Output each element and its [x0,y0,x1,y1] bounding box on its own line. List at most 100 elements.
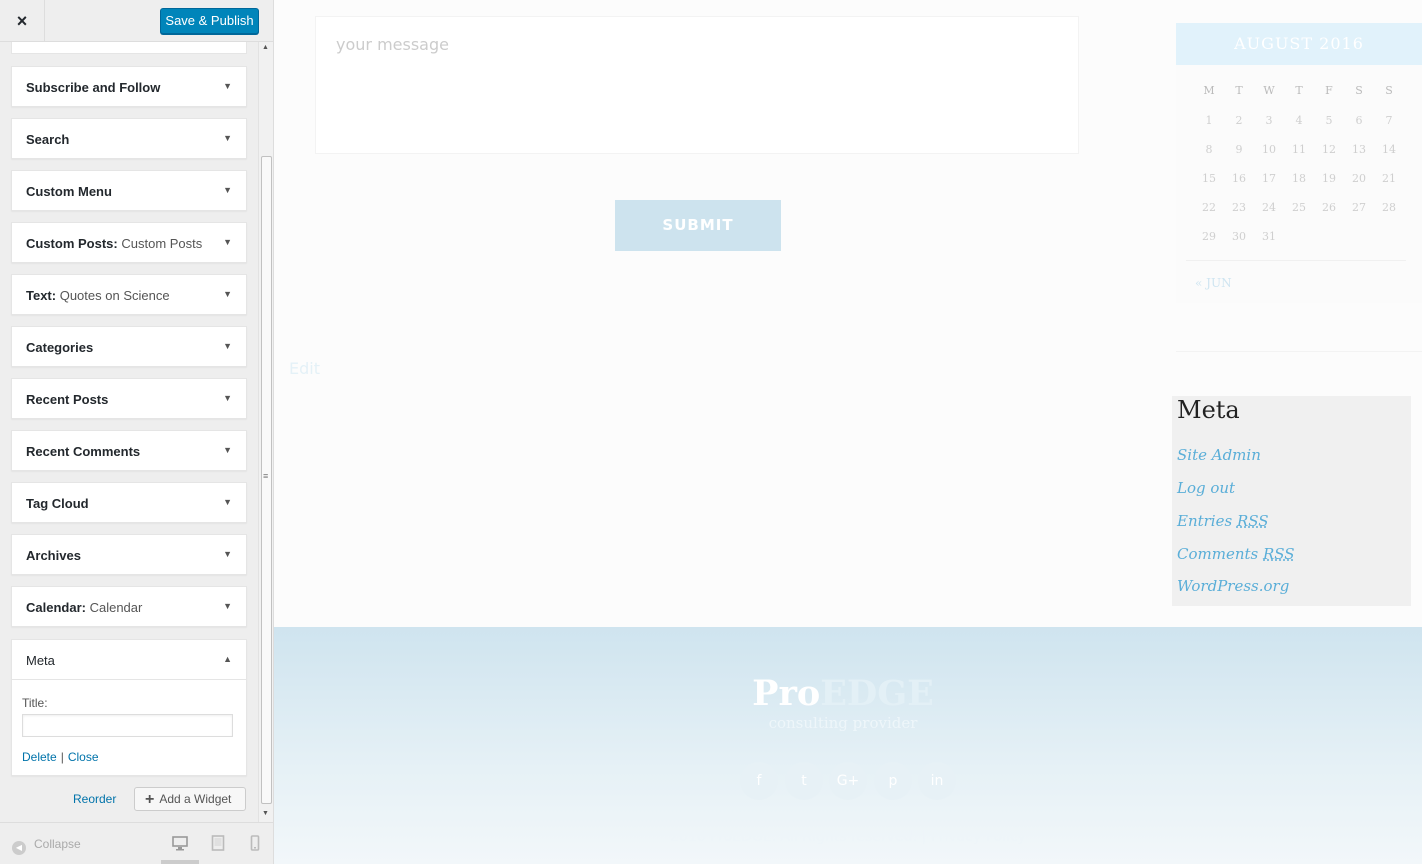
calendar-day: 22 [1202,201,1216,214]
divider [1186,260,1406,261]
calendar-day: 30 [1232,230,1246,243]
calendar-day: 21 [1382,172,1396,185]
close-widget-link[interactable]: Close [68,750,99,764]
site-tagline: consulting provider [768,714,918,732]
customizer-sidebar: × Save & Publish Subscribe and Follow ▼ … [0,0,274,864]
widget-calendar[interactable]: Calendar: Calendar ▼ [11,586,247,627]
caret-down-icon[interactable]: ▼ [223,445,232,455]
wordpress-org-link[interactable]: WordPress.org [1177,577,1289,595]
calendar-weekday: W [1263,84,1275,97]
linkedin-icon[interactable]: in [918,762,956,800]
comments-rss-link[interactable]: Comments RSS [1177,545,1295,563]
widget-title: Categories [26,340,94,355]
scrollbar-thumb[interactable]: ≡ [261,156,272,804]
calendar-day: 31 [1262,230,1276,243]
widget-custom-posts[interactable]: Custom Posts: Custom Posts ▼ [11,222,247,263]
meta-heading: Meta [1177,396,1240,424]
caret-down-icon[interactable]: ▼ [223,133,232,143]
title-input[interactable] [22,714,233,737]
desktop-preview-icon[interactable] [172,835,188,851]
log-out-link[interactable]: Log out [1177,479,1235,497]
facebook-icon[interactable]: f [740,762,778,800]
calendar-day: 10 [1262,143,1276,156]
widget-recent-comments[interactable]: Recent Comments ▼ [11,430,247,471]
caret-up-icon[interactable]: ▲ [223,654,232,664]
site-logo[interactable]: ProEDGE [274,673,1412,714]
calendar-day: 13 [1352,143,1366,156]
message-textarea[interactable]: your message [315,16,1079,154]
widget-partial[interactable] [11,42,247,54]
widget-archives[interactable]: Archives ▼ [11,534,247,575]
calendar-day: 27 [1352,201,1366,214]
tablet-preview-icon[interactable] [210,835,226,851]
calendar-weekday: S [1385,84,1393,97]
calendar-day: 20 [1352,172,1366,185]
edit-link[interactable]: Edit [289,359,320,378]
rss-abbr: RSS [1263,545,1295,563]
scroll-up-arrow-icon[interactable]: ▲ [262,44,269,51]
save-publish-button[interactable]: Save & Publish [160,8,259,34]
site-admin-link[interactable]: Site Admin [1177,446,1261,464]
site-footer: ProEDGE consulting provider f t G+ p in … [274,627,1422,864]
widget-title: Meta [26,653,55,668]
caret-down-icon[interactable]: ▼ [223,341,232,351]
calendar-prev-month-link[interactable]: « JUN [1195,276,1232,290]
privacy-policy-link[interactable]: Privacy Policy [931,829,1026,845]
divider [1176,351,1422,352]
rss-abbr: RSS [1236,512,1269,530]
widget-title: Recent Posts [26,392,109,407]
caret-down-icon[interactable]: ▼ [223,601,232,611]
caret-down-icon[interactable]: ▼ [223,185,232,195]
delete-widget-link[interactable]: Delete [22,750,57,764]
caret-down-icon[interactable]: ▼ [223,81,232,91]
calendar-day: 4 [1295,114,1303,127]
calendar-day: 24 [1262,201,1276,214]
entries-rss-link[interactable]: Entries RSS [1177,512,1269,530]
sidebar-scrollbar[interactable]: ▲ ≡ ▼ [258,42,273,822]
meta-sidebar-widget: Meta Site Admin Log out Entries RSS Comm… [1172,396,1411,606]
caret-down-icon[interactable]: ▼ [223,237,232,247]
pinterest-icon[interactable]: p [874,762,912,800]
reorder-link[interactable]: Reorder [73,792,116,806]
google-plus-icon[interactable]: G+ [829,762,867,800]
widget-title: Text: Quotes on Science [26,288,170,303]
close-customizer-button[interactable]: × [0,0,45,42]
submit-button[interactable]: SUBMIT [615,200,781,251]
calendar-widget: AUGUST 2016 M T W T F S S 1 2 3 4 5 6 7 8 9 10 11 12 13 14 15… [1176,23,1422,303]
widget-tag-cloud[interactable]: Tag Cloud ▼ [11,482,247,523]
twitter-icon[interactable]: t [785,762,823,800]
calendar-weekday: M [1203,84,1215,97]
caret-down-icon[interactable]: ▼ [223,497,232,507]
widget-title: Recent Comments [26,444,141,459]
calendar-day: 5 [1325,114,1333,127]
collapse-button[interactable]: ◀ Collapse [12,837,81,855]
widget-meta-header[interactable]: Meta ▲ [12,640,246,680]
calendar-day: 3 [1265,114,1273,127]
calendar-day: 7 [1385,114,1393,127]
widget-categories[interactable]: Categories ▼ [11,326,247,367]
widget-recent-posts[interactable]: Recent Posts ▼ [11,378,247,419]
title-field-label: Title: [22,696,48,710]
caret-down-icon[interactable]: ▼ [223,393,232,403]
widget-title: Search [26,132,70,147]
collapse-label: Collapse [34,837,81,851]
message-placeholder: your message [336,35,449,54]
widget-custom-menu[interactable]: Custom Menu ▼ [11,170,247,211]
scroll-down-arrow-icon[interactable]: ▼ [262,810,269,817]
widget-title: Archives [26,548,81,563]
calendar-day: 6 [1355,114,1363,127]
widget-text[interactable]: Text: Quotes on Science ▼ [11,274,247,315]
grip-icon: ≡ [263,471,269,481]
widget-search[interactable]: Search ▼ [11,118,247,159]
widget-title: Tag Cloud [26,496,89,511]
mobile-preview-icon[interactable] [247,835,263,851]
calendar-day: 19 [1322,172,1336,185]
calendar-day: 1 [1205,114,1213,127]
widgets-list: Subscribe and Follow ▼ Search ▼ Custom M… [0,42,258,822]
widget-meta-expanded: Meta ▲ Title: Delete | Close [11,639,247,776]
widget-subscribe-follow[interactable]: Subscribe and Follow ▼ [11,66,247,107]
add-widget-button[interactable]: + Add a Widget [134,787,246,811]
caret-down-icon[interactable]: ▼ [223,289,232,299]
calendar-day: 15 [1202,172,1216,185]
caret-down-icon[interactable]: ▼ [223,549,232,559]
